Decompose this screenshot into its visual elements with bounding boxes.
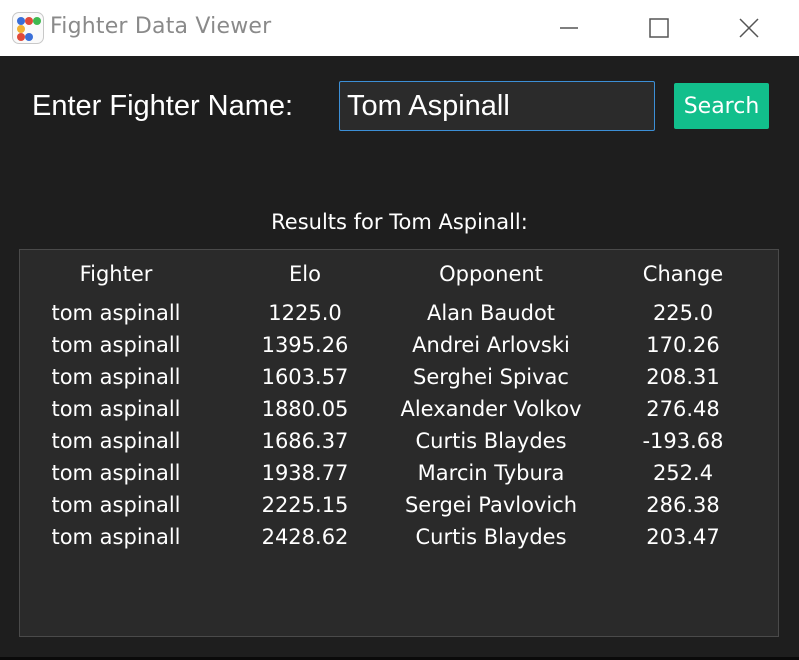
fighter-name-label: Enter Fighter Name: [32, 90, 294, 122]
close-icon [739, 18, 759, 38]
minimize-icon [560, 27, 578, 29]
column-header-opponent: Opponent [439, 262, 543, 286]
table-row: tom aspinall 2428.62 Curtis Blaydes 203.… [20, 525, 780, 557]
maximize-button[interactable] [614, 0, 704, 56]
elo-cell: 2428.62 [261, 525, 349, 549]
fighter-name-input[interactable] [339, 81, 655, 131]
fighter-cell: tom aspinall [51, 429, 181, 453]
table-row: tom aspinall 1395.26 Andrei Arlovski 170… [20, 333, 780, 365]
results-table: Fighter Elo Opponent Change tom aspinall… [19, 249, 779, 637]
elo-cell: 1938.77 [261, 461, 349, 485]
column-header-fighter: Fighter [79, 262, 153, 286]
column-header-elo: Elo [289, 262, 321, 286]
opponent-cell: Marcin Tybura [417, 461, 565, 485]
opponent-cell: Alan Baudot [426, 301, 556, 325]
fighter-cell: tom aspinall [51, 493, 181, 517]
opponent-cell: Alexander Volkov [400, 397, 582, 421]
elo-cell: 1686.37 [261, 429, 349, 453]
close-button[interactable] [704, 0, 794, 56]
change-cell: -193.68 [642, 429, 724, 453]
change-cell: 203.47 [646, 525, 720, 549]
opponent-cell: Serghei Spivac [413, 365, 569, 389]
table-row: tom aspinall 1686.37 Curtis Blaydes -193… [20, 429, 780, 461]
minimize-button[interactable] [524, 0, 614, 56]
title-bar: Fighter Data Viewer [0, 0, 799, 56]
table-row: tom aspinall 2225.15 Sergei Pavlovich 28… [20, 493, 780, 525]
window-title: Fighter Data Viewer [50, 14, 272, 39]
elo-cell: 1880.05 [261, 397, 349, 421]
column-header-change: Change [642, 262, 724, 286]
results-label: Results for Tom Aspinall: [271, 210, 528, 234]
change-cell: 286.38 [646, 493, 720, 517]
app-dots-icon [12, 12, 44, 44]
fighter-cell: tom aspinall [51, 301, 181, 325]
elo-cell: 1225.0 [268, 301, 342, 325]
fighter-cell: tom aspinall [51, 397, 181, 421]
change-cell: 276.48 [646, 397, 720, 421]
fighter-cell: tom aspinall [51, 461, 181, 485]
opponent-cell: Andrei Arlovski [412, 333, 570, 357]
opponent-cell: Curtis Blaydes [415, 429, 567, 453]
elo-cell: 1395.26 [261, 333, 349, 357]
table-row: tom aspinall 1225.0 Alan Baudot 225.0 [20, 301, 780, 333]
fighter-cell: tom aspinall [51, 365, 181, 389]
opponent-cell: Sergei Pavlovich [404, 493, 578, 517]
table-header-row: Fighter Elo Opponent Change [20, 262, 780, 294]
change-cell: 225.0 [652, 301, 714, 325]
change-cell: 170.26 [646, 333, 720, 357]
elo-cell: 1603.57 [261, 365, 349, 389]
maximize-icon [649, 18, 669, 38]
fighter-cell: tom aspinall [51, 525, 181, 549]
elo-cell: 2225.15 [261, 493, 349, 517]
search-button[interactable]: Search [674, 83, 769, 129]
table-row: tom aspinall 1603.57 Serghei Spivac 208.… [20, 365, 780, 397]
opponent-cell: Curtis Blaydes [415, 525, 567, 549]
table-row: tom aspinall 1880.05 Alexander Volkov 27… [20, 397, 780, 429]
main-panel: Enter Fighter Name: Search Results for T… [0, 56, 799, 660]
change-cell: 252.4 [652, 461, 714, 485]
change-cell: 208.31 [646, 365, 720, 389]
fighter-cell: tom aspinall [51, 333, 181, 357]
table-row: tom aspinall 1938.77 Marcin Tybura 252.4 [20, 461, 780, 493]
